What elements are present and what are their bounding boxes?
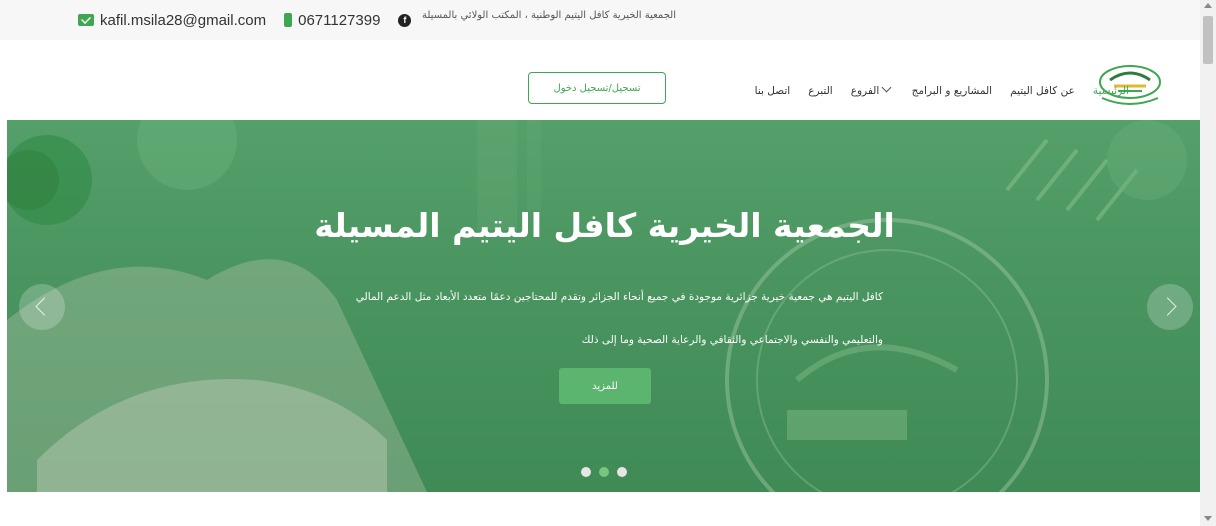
- mail-icon: [78, 14, 94, 26]
- chevron-down-icon: [881, 82, 892, 93]
- facebook-icon[interactable]: f: [398, 13, 412, 27]
- site-logo[interactable]: [1096, 58, 1164, 106]
- hero-title: الجمعية الخيرية كافل اليتيم المسيلة: [314, 206, 895, 245]
- scroll-down-icon[interactable]: [1204, 516, 1212, 521]
- slide-indicators: [581, 467, 627, 477]
- phone-icon: [284, 13, 293, 27]
- org-name: الجمعية الخيرية كافل اليتيم الوطنية ، ال…: [422, 10, 676, 21]
- top-bar: kafil.msila28@gmail.com 0671127399 f الج…: [0, 0, 1200, 40]
- slide-dot[interactable]: [617, 467, 627, 477]
- previous-slide-icon[interactable]: [19, 284, 65, 330]
- slide-dot[interactable]: [581, 467, 591, 477]
- nav-item-about[interactable]: عن كافل اليتيم: [1010, 85, 1075, 97]
- scroll-up-icon[interactable]: [1204, 3, 1212, 8]
- nav-item-branches-label: الفروع: [850, 85, 880, 97]
- hero-description: كافل اليتيم هي جمعية خيرية جزائرية موجود…: [355, 291, 883, 346]
- scroll-thumb[interactable]: [1203, 16, 1213, 64]
- contact-info: kafil.msila28@gmail.com 0671127399 f: [78, 10, 412, 30]
- page-scrollbar[interactable]: [1200, 0, 1216, 526]
- nav-item-donate[interactable]: التبرع: [808, 85, 833, 97]
- email-link[interactable]: kafil.msila28@gmail.com: [100, 12, 266, 29]
- phone-number[interactable]: 0671127399: [298, 12, 380, 29]
- slide-dot-active[interactable]: [599, 467, 609, 477]
- login-button[interactable]: تسجيل/تسجيل دخول: [528, 72, 666, 104]
- nav-item-projects[interactable]: المشاريع و البرامج: [912, 85, 992, 97]
- hero-slider: الجمعية الخيرية كافل اليتيم المسيلة كافل…: [7, 120, 1202, 492]
- nav-menu: الرئيسية عن كافل اليتيم المشاريع و البرا…: [755, 82, 1129, 97]
- nav-item-home[interactable]: الرئيسية: [1093, 85, 1129, 97]
- more-button[interactable]: للمزيد: [559, 368, 651, 404]
- next-slide-icon[interactable]: [1147, 284, 1193, 330]
- nav-item-branches[interactable]: الفروع: [850, 82, 894, 97]
- nav-item-contact[interactable]: اتصل بنا: [755, 85, 791, 97]
